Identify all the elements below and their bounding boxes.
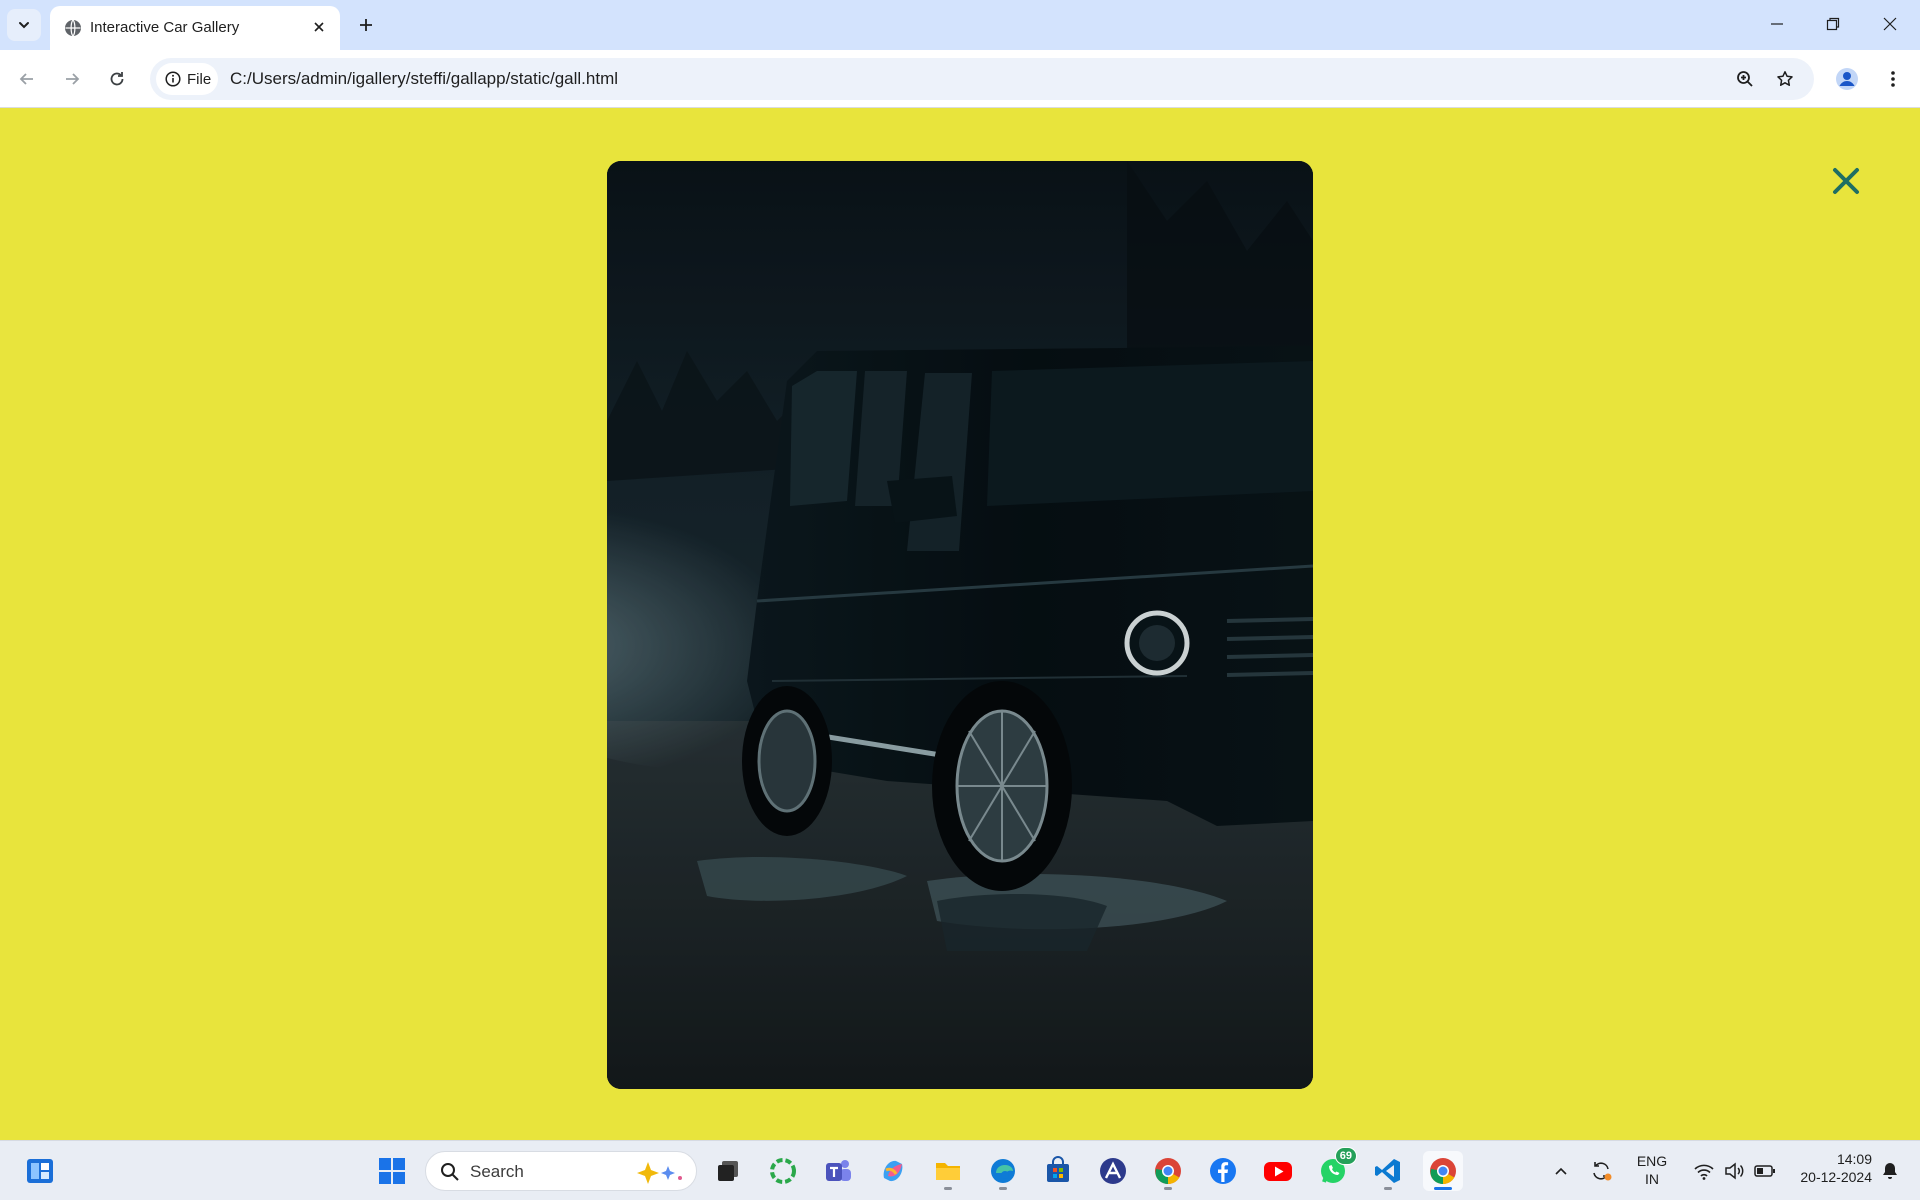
tab-strip: Interactive Car Gallery [0,0,1920,50]
new-tab-button[interactable] [352,11,380,39]
facebook-icon [1210,1158,1236,1184]
store-icon [1047,1156,1069,1182]
gallery-close-button[interactable] [1826,161,1866,201]
clock-time: 14:09 [1836,1151,1872,1167]
suv-photo [607,161,1313,1089]
arrow-right-icon [66,73,80,85]
store-button[interactable] [1038,1151,1078,1191]
show-hidden-icons-button[interactable] [1543,1151,1579,1191]
chrome-button-2[interactable] [1423,1151,1463,1191]
ring-icon [770,1158,796,1184]
back-button[interactable] [10,62,44,96]
kebab-icon [1891,71,1895,87]
teams-icon [826,1160,851,1181]
bookmark-button[interactable] [1770,64,1800,94]
wifi-icon [1694,1164,1714,1180]
notifications-button[interactable] [1872,1151,1908,1191]
close-icon [314,22,324,32]
browser-toolbar: File C:/Users/admin/igallery/steffi/gall… [0,50,1920,108]
zoom-icon [1737,71,1753,87]
teams-button[interactable] [818,1151,858,1191]
copilot-icon [883,1160,903,1182]
site-info-chip[interactable]: File [156,63,218,95]
youtube-button[interactable] [1258,1151,1298,1191]
notification-badge: 69 [1334,1147,1357,1165]
folder-icon [936,1163,960,1180]
address-bar[interactable]: File C:/Users/admin/igallery/steffi/gall… [150,58,1814,100]
running-indicator [1164,1187,1172,1190]
edge-icon [991,1159,1015,1183]
vscode-icon [1375,1159,1400,1183]
chevron-down-icon [19,22,29,29]
sync-button[interactable] [1583,1151,1619,1191]
language-region: IN [1645,1171,1659,1187]
zoom-button[interactable] [1730,64,1760,94]
quick-settings-button[interactable] [1680,1151,1790,1191]
sync-icon [1593,1162,1612,1181]
chrome-icon [1430,1158,1456,1185]
globe-icon [65,19,81,37]
bell-icon [1883,1163,1897,1179]
browser-menu-button[interactable] [1876,62,1910,96]
search-icon [441,1163,459,1181]
clock-date: 20-12-2024 [1800,1169,1872,1185]
copilot-sparkle-icon [637,1162,682,1184]
task-view-icon [718,1161,738,1181]
close-icon [1883,17,1897,31]
running-indicator [999,1187,1007,1190]
tab-title: Interactive Car Gallery [90,19,240,36]
file-explorer-button[interactable] [928,1151,968,1191]
window-close-button[interactable] [1870,8,1910,40]
restore-icon [1826,17,1840,31]
edge-button[interactable] [983,1151,1023,1191]
vscode-button[interactable] [1368,1151,1408,1191]
profile-button[interactable] [1830,62,1864,96]
star-icon [1777,71,1793,86]
arrow-left-icon [19,73,33,85]
reload-icon [110,72,124,86]
gallery-page [0,108,1920,1140]
language-code: ENG [1636,1153,1668,1169]
reload-button[interactable] [100,62,134,96]
app-a-button[interactable] [1093,1151,1133,1191]
restore-button[interactable] [1813,8,1853,40]
whatsapp-button[interactable]: 69 [1313,1147,1357,1191]
chevron-up-icon [1555,1167,1567,1175]
battery-icon [1754,1165,1775,1177]
minimize-button[interactable] [1757,8,1797,40]
tab-close-button[interactable] [308,16,330,38]
clock[interactable]: 14:09 20-12-2024 [1782,1150,1872,1186]
windows-icon [379,1158,405,1184]
profile-icon [1836,68,1858,90]
copilot-button[interactable] [873,1151,913,1191]
start-button[interactable] [372,1151,412,1191]
language-indicator[interactable]: ENG IN [1628,1152,1676,1188]
close-x-icon [1833,168,1859,194]
chrome-icon [1155,1158,1181,1185]
taskbar: Search 69 ENG IN 14:09 20-12-2024 [0,1140,1920,1200]
triangle-app-icon [1100,1158,1126,1184]
site-info-label: File [187,70,212,88]
search-placeholder: Search [470,1162,524,1181]
chrome-button-1[interactable] [1148,1151,1188,1191]
running-indicator [1384,1187,1392,1190]
running-indicator [944,1187,952,1190]
taskbar-search[interactable]: Search [425,1151,697,1191]
forward-button[interactable] [55,62,89,96]
youtube-icon [1264,1162,1292,1181]
active-indicator [1434,1187,1452,1190]
plus-icon [360,19,372,31]
active-tab[interactable]: Interactive Car Gallery [50,6,340,50]
minimize-icon [1771,23,1783,25]
gallery-image [607,161,1313,1089]
facebook-button[interactable] [1203,1151,1243,1191]
tab-search-button[interactable] [7,9,41,41]
task-view-button[interactable] [708,1151,748,1191]
widgets-button[interactable] [20,1151,60,1191]
volume-icon [1725,1162,1744,1180]
info-icon [165,71,181,87]
app-ring-button[interactable] [763,1151,803,1191]
widgets-icon [27,1159,53,1183]
url-text: C:/Users/admin/igallery/steffi/gallapp/s… [230,69,619,88]
